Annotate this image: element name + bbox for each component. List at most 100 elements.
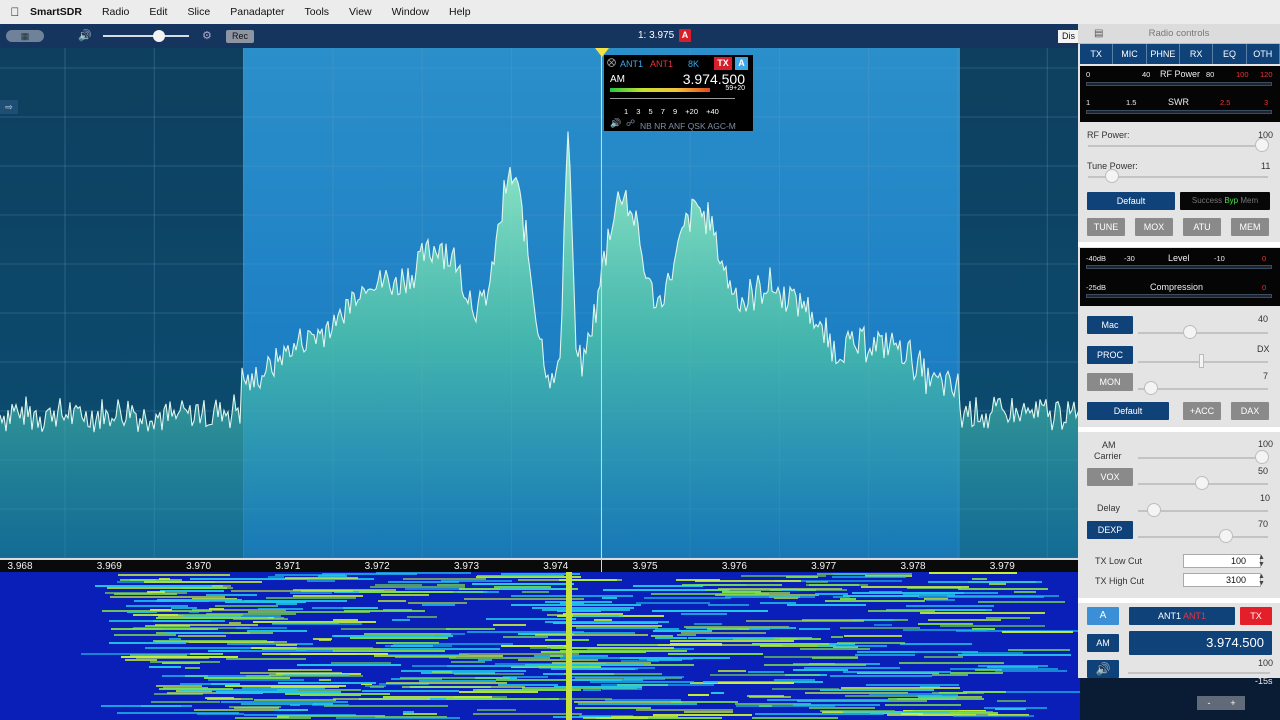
- slice-frequency-display[interactable]: 3.974.500: [1129, 631, 1272, 655]
- waterfall-stripe: [246, 675, 363, 677]
- freq-tick-3.970: 3.970: [186, 561, 212, 572]
- menu-tools[interactable]: Tools: [305, 6, 330, 18]
- menu-panadapter[interactable]: Panadapter: [230, 6, 284, 18]
- proc-button[interactable]: PROC: [1087, 346, 1133, 364]
- acc-button[interactable]: +ACC: [1183, 402, 1221, 420]
- atu-button[interactable]: ATU: [1183, 218, 1221, 236]
- tab-oth[interactable]: OTH: [1246, 44, 1280, 64]
- slice-mode[interactable]: AM: [610, 74, 625, 85]
- waterfall-stripe: [437, 584, 465, 586]
- mon-button[interactable]: MON: [1087, 373, 1133, 391]
- waterfall-stripe: [978, 601, 1065, 603]
- speaker-icon[interactable]: 🔊: [78, 29, 92, 42]
- rec-button[interactable]: Rec: [226, 30, 255, 43]
- mic-level-slider[interactable]: [1138, 332, 1268, 334]
- rf-power-slider[interactable]: [1088, 145, 1268, 147]
- tab-eq[interactable]: EQ: [1213, 44, 1247, 64]
- speaker-icon[interactable]: 🔊: [1087, 660, 1119, 678]
- waterfall-stripe: [535, 634, 648, 636]
- tx-high-cut-field[interactable]: 3100: [1183, 573, 1261, 587]
- waterfall-stripe: [804, 667, 900, 669]
- pan-side-menu-icon[interactable]: ⇨: [0, 100, 18, 114]
- slice-antenna-button[interactable]: ANT1 ANT1: [1129, 607, 1235, 625]
- delay-knob[interactable]: [1147, 503, 1161, 517]
- waterfall-stripe: [752, 643, 829, 645]
- mox-button[interactable]: MOX: [1135, 218, 1173, 236]
- dax-button[interactable]: DAX: [1231, 402, 1269, 420]
- tab-mic[interactable]: MIC: [1113, 44, 1147, 64]
- tx-high-cut-stepper[interactable]: ▲ ▼: [1258, 573, 1266, 587]
- waterfall-stripe: [583, 717, 648, 719]
- menu-help[interactable]: Help: [449, 6, 471, 18]
- waterfall-stripe: [707, 628, 749, 630]
- waterfall-stripe: [262, 653, 357, 655]
- gear-icon[interactable]: ⚙: [202, 29, 212, 42]
- waterfall[interactable]: [0, 572, 1080, 720]
- panadapter[interactable]: ⇨: [0, 48, 1080, 558]
- waterfall-stripe: [746, 620, 864, 622]
- vox-button[interactable]: VOX: [1087, 468, 1133, 486]
- frequency-scale[interactable]: 3.968 3.969 3.970 3.971 3.972 3.973 3.974 3.975…: [0, 558, 1080, 572]
- menu-radio[interactable]: Radio: [102, 6, 129, 18]
- mem-button[interactable]: MEM: [1231, 218, 1269, 236]
- mic-level-knob[interactable]: [1183, 325, 1197, 339]
- waterfall-stripe: [344, 610, 425, 612]
- menu-edit[interactable]: Edit: [149, 6, 167, 18]
- waterfall-stripe: [403, 578, 486, 580]
- lock-icon[interactable]: ☍: [626, 118, 635, 129]
- speaker-icon[interactable]: 🔊: [610, 118, 621, 129]
- tune-power-knob[interactable]: [1105, 169, 1119, 183]
- dexp-button[interactable]: DEXP: [1087, 521, 1133, 539]
- window-icon[interactable]: ▤: [1094, 28, 1103, 39]
- waterfall-stripe: [708, 604, 749, 606]
- dsp-status[interactable]: NB NR ANF QSK AGC-M: [640, 121, 736, 131]
- vox-level-knob[interactable]: [1195, 476, 1209, 490]
- rf-power-meter-label: RF Power: [1160, 69, 1201, 79]
- apple-icon[interactable]: : [0, 5, 30, 19]
- tab-phne[interactable]: PHNE: [1146, 44, 1180, 64]
- am-carrier-knob[interactable]: [1255, 450, 1269, 464]
- dexp-slider[interactable]: [1138, 536, 1268, 538]
- tx-low-cut-field[interactable]: 100: [1183, 554, 1261, 568]
- waterfall-stripe: [451, 661, 485, 663]
- tuning-line[interactable]: [601, 48, 602, 572]
- mon-level-knob[interactable]: [1144, 381, 1158, 395]
- slice-mode-button[interactable]: AM: [1087, 634, 1119, 652]
- waterfall-stripe: [403, 713, 437, 715]
- zoom-in-button[interactable]: +: [1221, 696, 1245, 710]
- master-volume-knob[interactable]: [153, 30, 165, 42]
- close-icon[interactable]: ⨂: [607, 57, 616, 68]
- slice-tx-antenna[interactable]: ANT1: [650, 59, 673, 69]
- waterfall-stripe: [928, 619, 1001, 621]
- tx-low-cut-stepper[interactable]: ▲ ▼: [1258, 554, 1266, 568]
- slice-filter-width[interactable]: 8K: [688, 59, 699, 69]
- display-button[interactable]: Dis: [1058, 30, 1080, 43]
- waterfall-stripe: [486, 618, 576, 620]
- menu-window[interactable]: Window: [392, 6, 429, 18]
- tx-default-button[interactable]: Default: [1087, 192, 1175, 210]
- slice-rx-antenna[interactable]: ANT1: [620, 59, 643, 69]
- phone-default-button[interactable]: Default: [1087, 402, 1169, 420]
- slice-letter-button[interactable]: A: [1087, 607, 1119, 625]
- slice-tx-button[interactable]: TX: [1240, 607, 1272, 625]
- rf-power-knob[interactable]: [1255, 138, 1269, 152]
- menu-view[interactable]: View: [349, 6, 372, 18]
- slice-tx-badge[interactable]: TX: [714, 57, 732, 70]
- menu-app-name[interactable]: SmartSDR: [30, 6, 82, 18]
- mic-button[interactable]: Mac: [1087, 316, 1133, 334]
- am-carrier-slider[interactable]: [1138, 457, 1268, 459]
- slice-rx-antenna-label: ANT1: [1157, 611, 1181, 621]
- tune-button[interactable]: TUNE: [1087, 218, 1125, 236]
- rf-scale-80: 80: [1206, 70, 1215, 79]
- tab-rx[interactable]: RX: [1179, 44, 1214, 64]
- zoom-out-button[interactable]: -: [1197, 696, 1221, 710]
- tab-tx[interactable]: TX: [1080, 44, 1114, 64]
- slice-letter-badge[interactable]: A: [735, 57, 748, 70]
- panel-toggle-icon[interactable]: ▦: [6, 30, 44, 42]
- proc-slider-handle[interactable]: [1199, 354, 1204, 368]
- master-volume-slider[interactable]: [103, 35, 189, 37]
- slice-volume-slider[interactable]: [1128, 672, 1270, 674]
- dexp-knob[interactable]: [1219, 529, 1233, 543]
- menu-slice[interactable]: Slice: [187, 6, 210, 18]
- level-scale-30: -30: [1124, 254, 1135, 263]
